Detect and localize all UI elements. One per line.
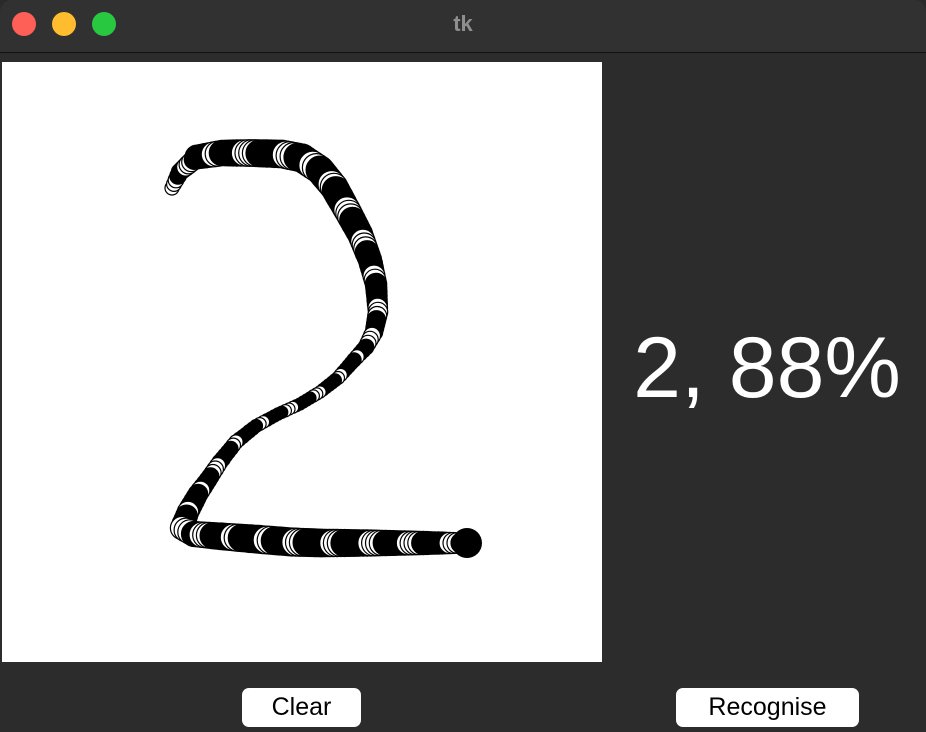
prediction-result: 2, 88% (633, 320, 901, 416)
drawing-canvas[interactable] (2, 62, 602, 662)
title-bar[interactable]: tk (0, 0, 926, 53)
recognise-button[interactable]: Recognise (676, 688, 859, 727)
clear-button[interactable]: Clear (242, 688, 361, 727)
window-title: tk (453, 11, 473, 36)
stroke-end-dot (452, 528, 482, 558)
handwritten-digit-stroke (164, 139, 482, 558)
app-window: tk 2, 88% Clear Recognise (0, 0, 926, 732)
